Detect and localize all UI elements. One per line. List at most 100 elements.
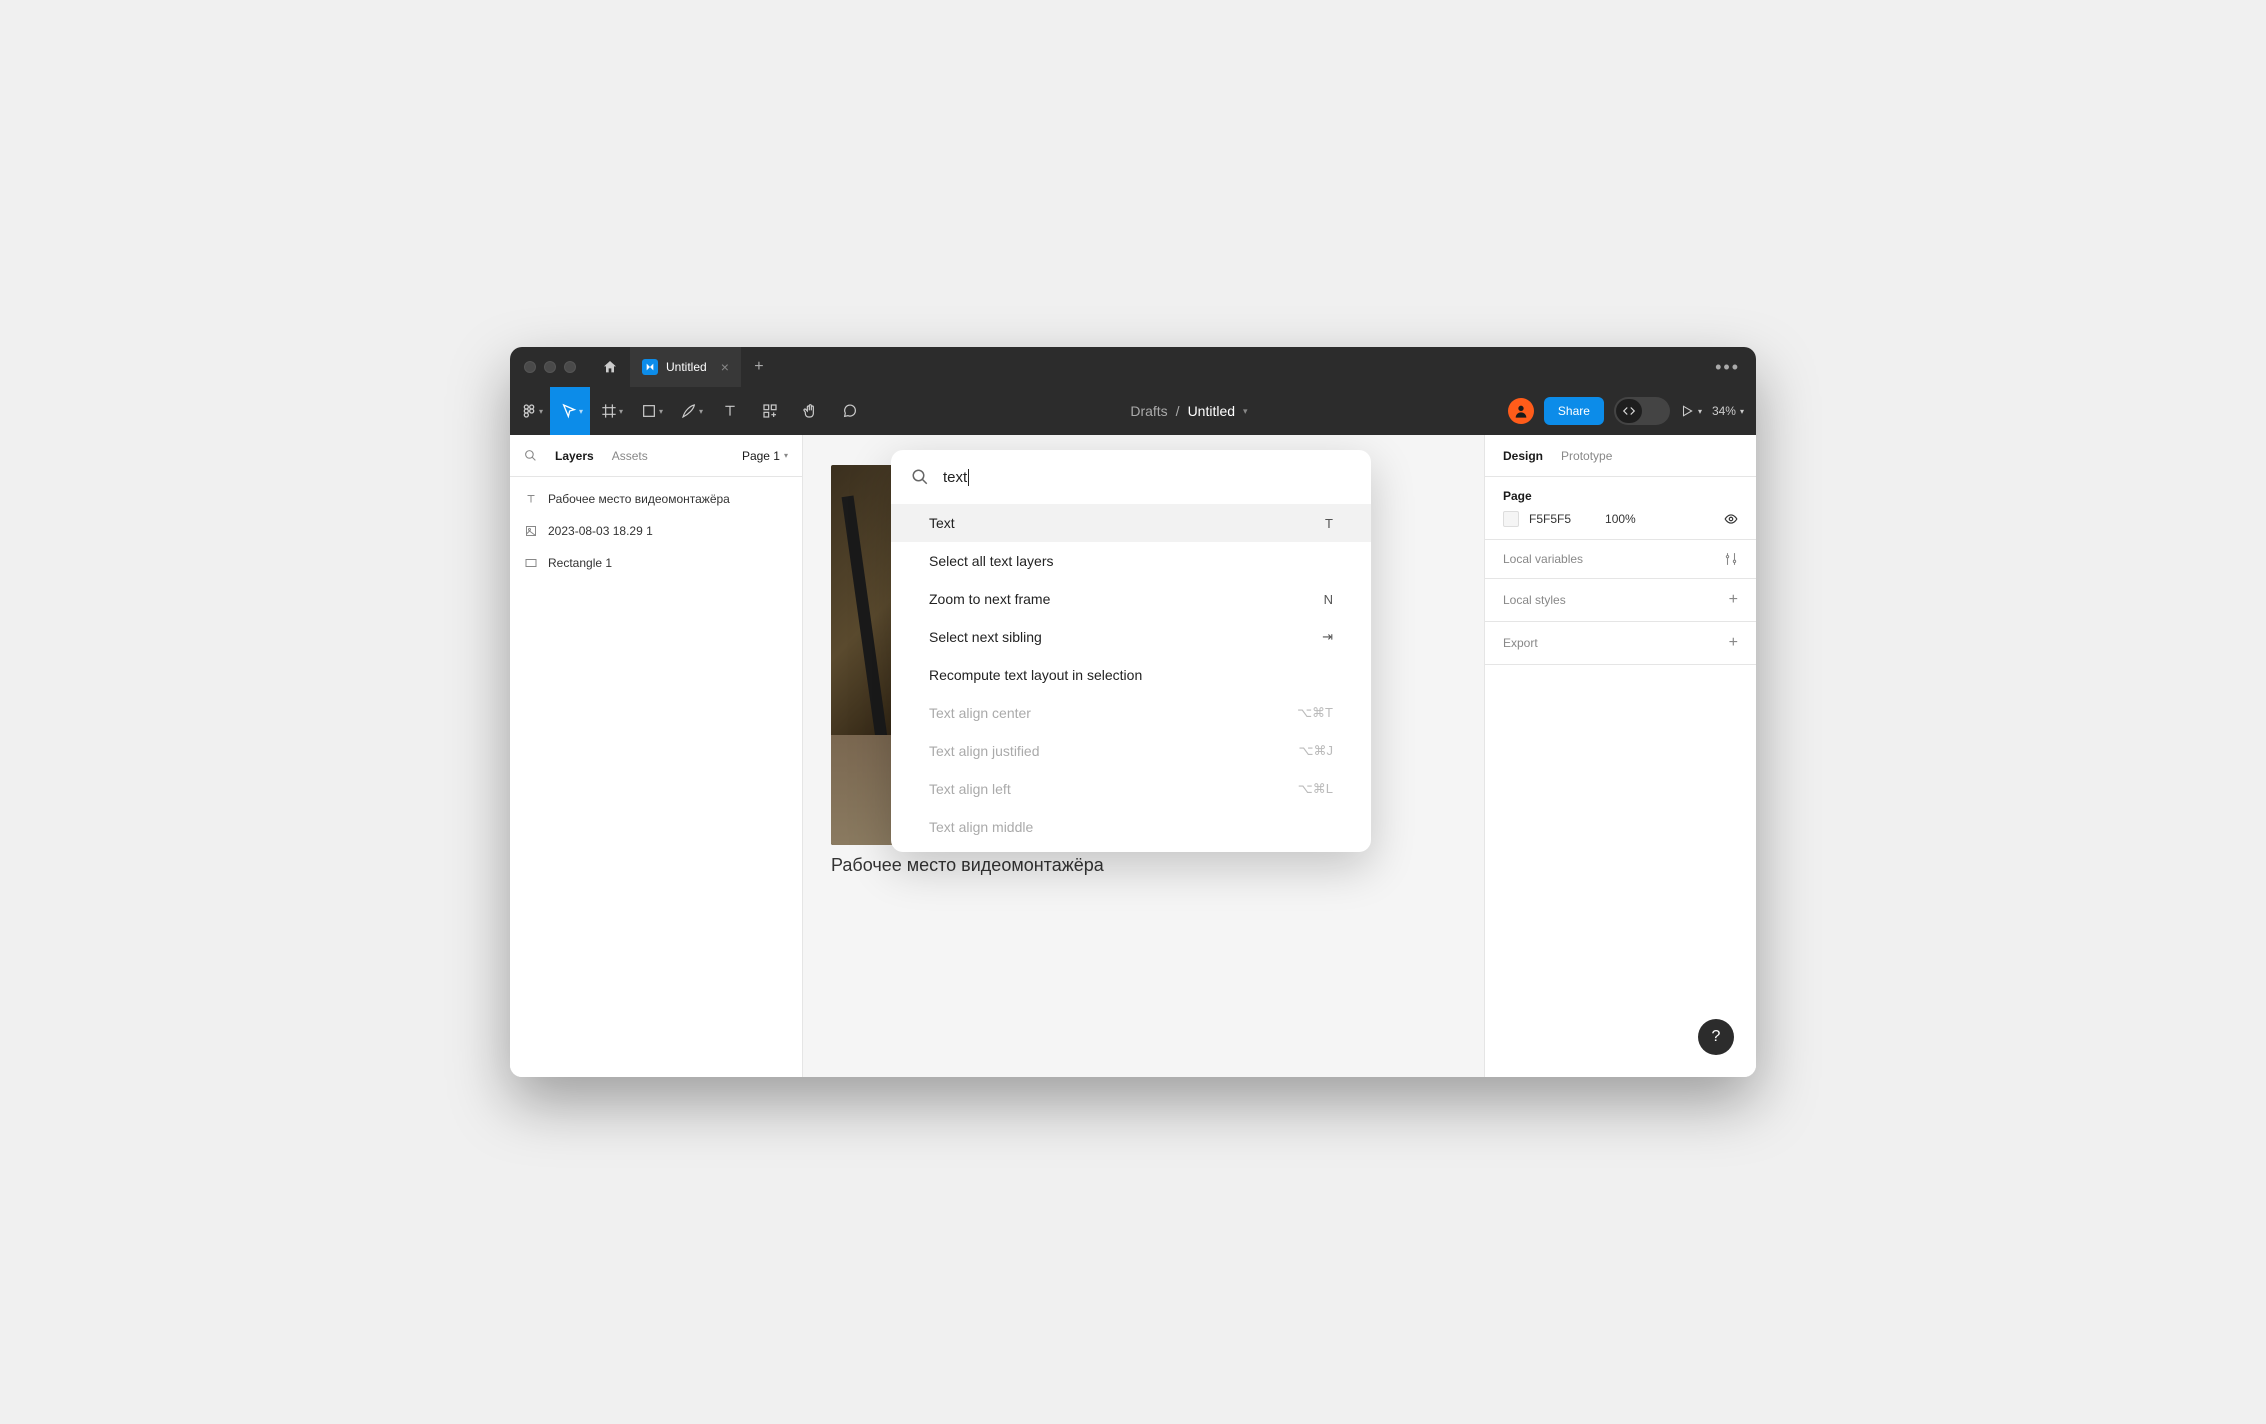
command-palette-query: text — [943, 469, 969, 486]
app-menu-button[interactable]: ••• — [1699, 357, 1756, 378]
toolbar-right: Share ▾ 34% ▾ — [1508, 397, 1756, 425]
tab-design[interactable]: Design — [1503, 449, 1543, 463]
command-item[interactable]: Text T — [891, 504, 1371, 542]
pen-tool-button[interactable]: ▾ — [670, 387, 710, 435]
right-panel: Design Prototype Page F5F5F5 100% — [1484, 435, 1756, 1077]
command-item[interactable]: Recompute text layout in selection — [891, 656, 1371, 694]
text-layer-icon — [524, 492, 538, 506]
play-icon — [1680, 404, 1694, 418]
tab-untitled[interactable]: Untitled × — [630, 347, 741, 387]
settings-icon[interactable] — [1724, 552, 1738, 566]
plugin-icon — [762, 403, 778, 419]
title-bar: Untitled × + ••• — [510, 347, 1756, 387]
layers-list: Рабочее место видеомонтажёра 2023-08-03 … — [510, 477, 802, 585]
tab-prototype[interactable]: Prototype — [1561, 449, 1612, 463]
help-button[interactable]: ? — [1698, 1019, 1734, 1055]
page-section: Page F5F5F5 100% — [1485, 477, 1756, 540]
export-section[interactable]: Export + — [1485, 622, 1756, 665]
home-icon — [602, 359, 618, 375]
layer-row[interactable]: Рабочее место видеомонтажёра — [510, 483, 802, 515]
layer-row[interactable]: Rectangle 1 — [510, 547, 802, 579]
traffic-lights — [510, 361, 590, 373]
figma-logo-icon — [521, 403, 537, 419]
command-item[interactable]: Text align justified ⌥⌘J — [891, 732, 1371, 770]
comment-icon — [842, 403, 858, 419]
right-panel-tabs: Design Prototype — [1485, 435, 1756, 477]
layers-tab[interactable]: Layers — [555, 449, 594, 463]
text-icon — [722, 403, 738, 419]
image-layer-icon — [524, 524, 538, 538]
command-item[interactable]: Zoom to next frame N — [891, 580, 1371, 618]
visibility-toggle[interactable] — [1724, 512, 1738, 526]
canvas[interactable]: Рабочее место видеомонтажёра text Text T… — [803, 435, 1484, 1077]
main-area: Layers Assets Page 1 ▾ Рабочее место вид… — [510, 435, 1756, 1077]
command-item[interactable]: Text align center ⌥⌘T — [891, 694, 1371, 732]
color-hex[interactable]: F5F5F5 — [1529, 512, 1571, 526]
frame-icon — [601, 403, 617, 419]
breadcrumb[interactable]: Drafts / Untitled ▾ — [870, 403, 1508, 419]
zoom-value: 34% — [1712, 404, 1736, 418]
color-opacity[interactable]: 100% — [1605, 512, 1636, 526]
main-menu-button[interactable]: ▾ — [510, 387, 550, 435]
command-item[interactable]: Text align middle — [891, 808, 1371, 846]
avatar[interactable] — [1508, 398, 1534, 424]
chevron-down-icon: ▾ — [1740, 407, 1744, 416]
hand-icon — [802, 403, 818, 419]
plus-icon[interactable]: + — [1729, 634, 1738, 652]
page-selector[interactable]: Page 1 ▾ — [742, 449, 788, 463]
left-panel: Layers Assets Page 1 ▾ Рабочее место вид… — [510, 435, 803, 1077]
comment-tool-button[interactable] — [830, 387, 870, 435]
toolbar: ▾ ▾ ▾ ▾ ▾ Drafts — [510, 387, 1756, 435]
command-palette: text Text T Select all text layers Zoom … — [891, 450, 1371, 852]
new-tab-button[interactable]: + — [741, 358, 777, 376]
text-tool-button[interactable] — [710, 387, 750, 435]
tabs-area: Untitled × + — [630, 347, 777, 387]
frame-tool-button[interactable]: ▾ — [590, 387, 630, 435]
share-button[interactable]: Share — [1544, 397, 1604, 425]
cursor-icon — [561, 403, 577, 419]
home-button[interactable] — [590, 347, 630, 387]
layer-row[interactable]: 2023-08-03 18.29 1 — [510, 515, 802, 547]
rectangle-icon — [641, 403, 657, 419]
chevron-down-icon: ▾ — [1243, 406, 1248, 417]
person-icon — [1513, 403, 1529, 419]
background-color-row[interactable]: F5F5F5 100% — [1503, 511, 1738, 527]
eye-icon — [1724, 512, 1738, 526]
window-zoom-button[interactable] — [564, 361, 576, 373]
hand-tool-button[interactable] — [790, 387, 830, 435]
command-palette-search[interactable]: text — [891, 450, 1371, 504]
window-minimize-button[interactable] — [544, 361, 556, 373]
layer-name: Рабочее место видеомонтажёра — [548, 492, 730, 506]
layer-name: Rectangle 1 — [548, 556, 612, 570]
pen-icon — [681, 403, 697, 419]
zoom-selector[interactable]: 34% ▾ — [1712, 404, 1744, 418]
canvas-text-layer[interactable]: Рабочее место видеомонтажёра — [831, 855, 1104, 876]
command-item[interactable]: Select all text layers — [891, 542, 1371, 580]
dev-mode-knob — [1616, 399, 1642, 423]
window-close-button[interactable] — [524, 361, 536, 373]
search-icon[interactable] — [524, 449, 537, 462]
resources-tool-button[interactable] — [750, 387, 790, 435]
rect-layer-icon — [524, 556, 538, 570]
app-window: Untitled × + ••• ▾ ▾ ▾ ▾ ▾ — [510, 347, 1756, 1077]
present-button[interactable]: ▾ — [1680, 404, 1702, 418]
layer-name: 2023-08-03 18.29 1 — [548, 524, 653, 538]
assets-tab[interactable]: Assets — [612, 449, 648, 463]
color-swatch[interactable] — [1503, 511, 1519, 527]
tab-title: Untitled — [666, 360, 707, 374]
shape-tool-button[interactable]: ▾ — [630, 387, 670, 435]
close-icon[interactable]: × — [721, 359, 729, 375]
command-item[interactable]: Select next sibling ⇥ — [891, 618, 1371, 656]
command-item[interactable]: Text align left ⌥⌘L — [891, 770, 1371, 808]
local-variables-section[interactable]: Local variables — [1485, 540, 1756, 579]
chevron-down-icon: ▾ — [784, 451, 788, 460]
left-panel-header: Layers Assets Page 1 ▾ — [510, 435, 802, 477]
command-palette-list: Text T Select all text layers Zoom to ne… — [891, 504, 1371, 852]
move-tool-button[interactable]: ▾ — [550, 387, 590, 435]
local-styles-section[interactable]: Local styles + — [1485, 579, 1756, 622]
dev-mode-toggle[interactable] — [1614, 397, 1670, 425]
code-icon — [1622, 404, 1636, 418]
figma-file-icon — [642, 359, 658, 375]
plus-icon[interactable]: + — [1729, 591, 1738, 609]
page-section-header: Page — [1503, 489, 1738, 503]
